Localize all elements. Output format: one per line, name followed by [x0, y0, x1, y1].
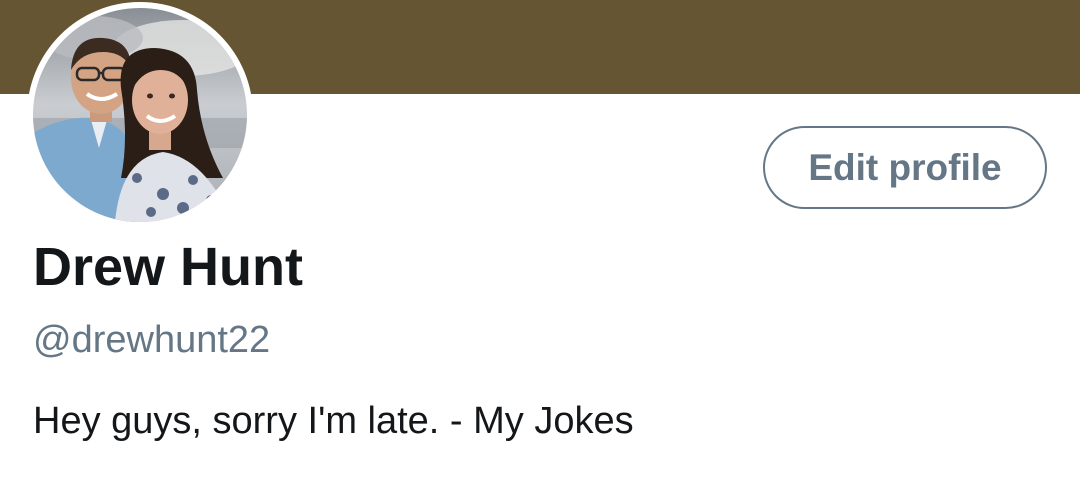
profile-display-name: Drew Hunt — [33, 237, 303, 297]
avatar-photo — [33, 8, 247, 222]
profile-header: Edit profile Drew Hunt @drewhunt22 Hey g… — [0, 0, 1080, 477]
profile-handle: @drewhunt22 — [33, 319, 271, 361]
profile-avatar[interactable] — [27, 2, 253, 228]
profile-bio: Hey guys, sorry I'm late. - My Jokes — [33, 400, 634, 442]
edit-profile-button[interactable]: Edit profile — [763, 126, 1047, 209]
